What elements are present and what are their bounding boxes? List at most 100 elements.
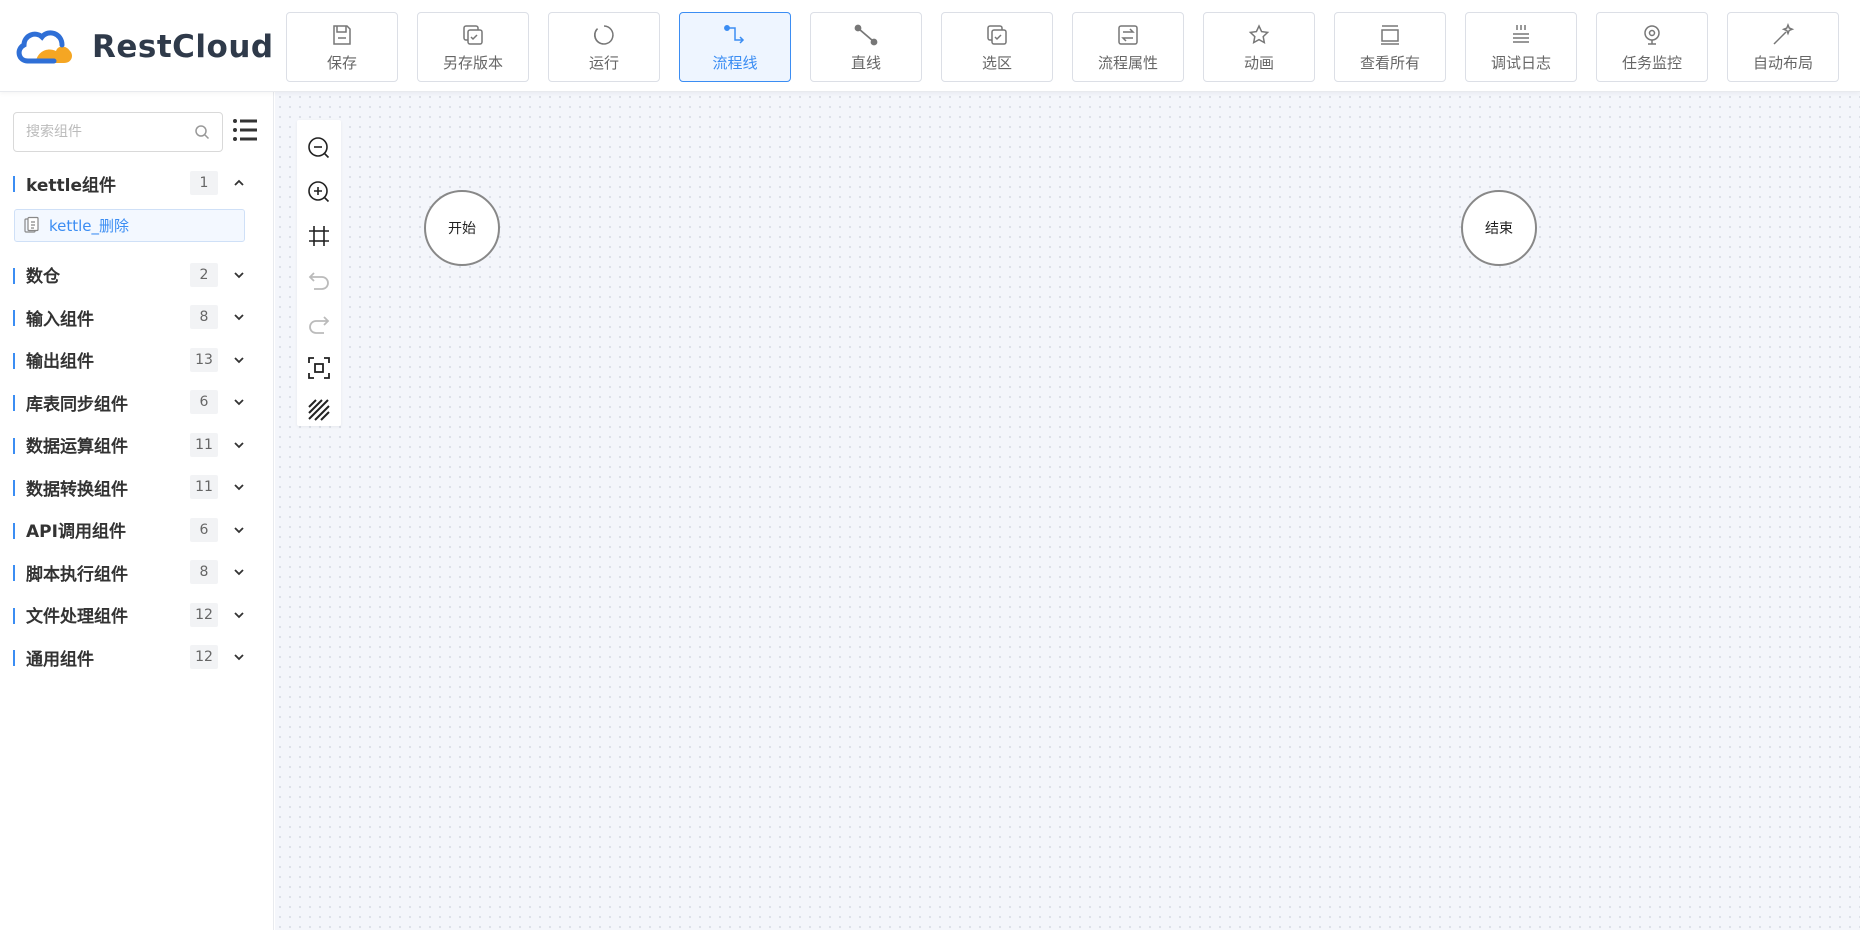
group-accent-bar: [13, 395, 15, 411]
flow-line-button[interactable]: 流程线: [679, 12, 791, 82]
view-all-button[interactable]: 查看所有: [1334, 12, 1446, 82]
chevron-down-icon[interactable]: [232, 565, 246, 579]
group-accent-bar: [13, 437, 15, 454]
group-kettle[interactable]: kettle组件 1: [0, 162, 274, 205]
end-node[interactable]: 结束: [1461, 190, 1537, 266]
flow-properties-button[interactable]: 流程属性: [1072, 12, 1184, 82]
selection-button[interactable]: 选区: [941, 12, 1053, 82]
group-data-compute[interactable]: 数据运算组件 11: [0, 424, 274, 467]
undo-button[interactable]: [305, 266, 333, 294]
chevron-down-icon[interactable]: [232, 268, 246, 282]
group-count-badge: 2: [190, 262, 218, 287]
straight-line-button[interactable]: 直线: [810, 12, 922, 82]
chevron-down-icon[interactable]: [232, 395, 246, 409]
group-data-transform[interactable]: 数据转换组件 11: [0, 466, 274, 509]
group-table-sync[interactable]: 库表同步组件 6: [0, 381, 274, 424]
component-search-input[interactable]: [26, 124, 176, 140]
group-accent-bar: [13, 480, 15, 496]
hatch-grid-icon: [308, 399, 330, 421]
auto-layout-icon: [1770, 22, 1796, 48]
grid-toggle-button[interactable]: [305, 396, 333, 424]
task-monitor-icon: [1639, 22, 1665, 48]
undo-icon: [308, 272, 329, 290]
view-all-icon: [1377, 22, 1403, 48]
list-view-icon[interactable]: [232, 117, 258, 143]
group-accent-bar: [13, 352, 15, 369]
chevron-down-icon[interactable]: [232, 608, 246, 622]
logo-text: RestCloud: [92, 29, 274, 65]
group-count-badge: 6: [190, 390, 218, 414]
flow-line-icon: [722, 22, 748, 48]
flow-properties-icon: [1115, 22, 1141, 48]
flow-canvas[interactable]: 开始 结束: [275, 92, 1860, 930]
chevron-up-icon[interactable]: [232, 176, 246, 190]
run-icon: [591, 22, 617, 48]
animation-icon: [1246, 22, 1272, 48]
group-accent-bar: [13, 522, 15, 539]
header: RestCloud 保存 另存版本 运行 流程线 直线 选区 流程属性 动画 查…: [0, 0, 1860, 92]
group-count-badge: 1: [190, 171, 218, 195]
run-button[interactable]: 运行: [548, 12, 660, 82]
group-api-call[interactable]: API调用组件 6: [0, 509, 274, 552]
group-count-badge: 11: [190, 432, 218, 457]
node-label: 结束: [1485, 221, 1513, 237]
chevron-down-icon[interactable]: [232, 353, 246, 367]
group-count-badge: 12: [190, 602, 218, 627]
chevron-down-icon[interactable]: [232, 523, 246, 537]
chevron-down-icon[interactable]: [232, 438, 246, 452]
toolbar: 保存 另存版本 运行 流程线 直线 选区 流程属性 动画 查看所有 调试日志 任…: [286, 12, 1839, 82]
animation-button[interactable]: 动画: [1203, 12, 1315, 82]
chevron-down-icon[interactable]: [232, 650, 246, 664]
component-sidebar: kettle组件 1 kettle_删除 数仓 2 输入组件 8 输出组件 13: [0, 92, 274, 930]
group-data-warehouse[interactable]: 数仓 2: [0, 254, 274, 297]
redo-icon: [309, 316, 330, 334]
group-count-badge: 11: [190, 475, 218, 499]
zoom-in-icon: [308, 181, 330, 203]
group-accent-bar: [13, 607, 15, 624]
group-count-badge: 6: [190, 517, 218, 542]
group-input[interactable]: 输入组件 8: [0, 296, 274, 339]
straight-line-icon: [853, 22, 879, 48]
save-button[interactable]: 保存: [286, 12, 398, 82]
group-file-processing[interactable]: 文件处理组件 12: [0, 594, 274, 637]
search-icon[interactable]: [194, 124, 210, 140]
save-version-icon: [460, 22, 486, 48]
document-icon: [24, 216, 39, 233]
group-accent-bar: [13, 176, 15, 192]
actual-size-icon: [308, 357, 330, 379]
zoom-in-button[interactable]: [305, 178, 333, 206]
zoom-out-button[interactable]: [305, 134, 333, 162]
redo-button[interactable]: [305, 310, 333, 338]
group-accent-bar: [13, 565, 15, 581]
canvas-tool-panel: [297, 120, 341, 426]
save-version-button[interactable]: 另存版本: [417, 12, 529, 82]
group-count-badge: 12: [190, 645, 218, 669]
group-count-badge: 8: [190, 305, 218, 329]
group-count-badge: 13: [190, 347, 218, 372]
node-label: 开始: [448, 221, 476, 237]
component-group-list: kettle组件 1 kettle_删除 数仓 2 输入组件 8 输出组件 13: [0, 162, 274, 679]
group-output[interactable]: 输出组件 13: [0, 339, 274, 382]
group-accent-bar: [13, 267, 15, 284]
group-script-exec[interactable]: 脚本执行组件 8: [0, 551, 274, 594]
logo: RestCloud: [14, 22, 274, 72]
search-box: [13, 112, 223, 152]
component-item-kettle-delete[interactable]: kettle_删除: [14, 208, 245, 242]
chevron-down-icon[interactable]: [232, 310, 246, 324]
task-monitor-button[interactable]: 任务监控: [1596, 12, 1708, 82]
debug-log-button[interactable]: 调试日志: [1465, 12, 1577, 82]
zoom-out-icon: [308, 137, 330, 159]
fit-view-icon: [309, 226, 329, 246]
save-icon: [329, 22, 355, 48]
chevron-down-icon[interactable]: [232, 480, 246, 494]
auto-layout-button[interactable]: 自动布局: [1727, 12, 1839, 82]
group-accent-bar: [13, 650, 15, 666]
selection-icon: [984, 22, 1010, 48]
fit-view-button[interactable]: [305, 222, 333, 250]
group-general[interactable]: 通用组件 12: [0, 636, 274, 679]
start-node[interactable]: 开始: [424, 190, 500, 266]
debug-log-icon: [1508, 22, 1534, 48]
actual-size-button[interactable]: [305, 354, 333, 382]
cloud-logo-icon: [16, 30, 72, 64]
group-accent-bar: [13, 310, 15, 326]
